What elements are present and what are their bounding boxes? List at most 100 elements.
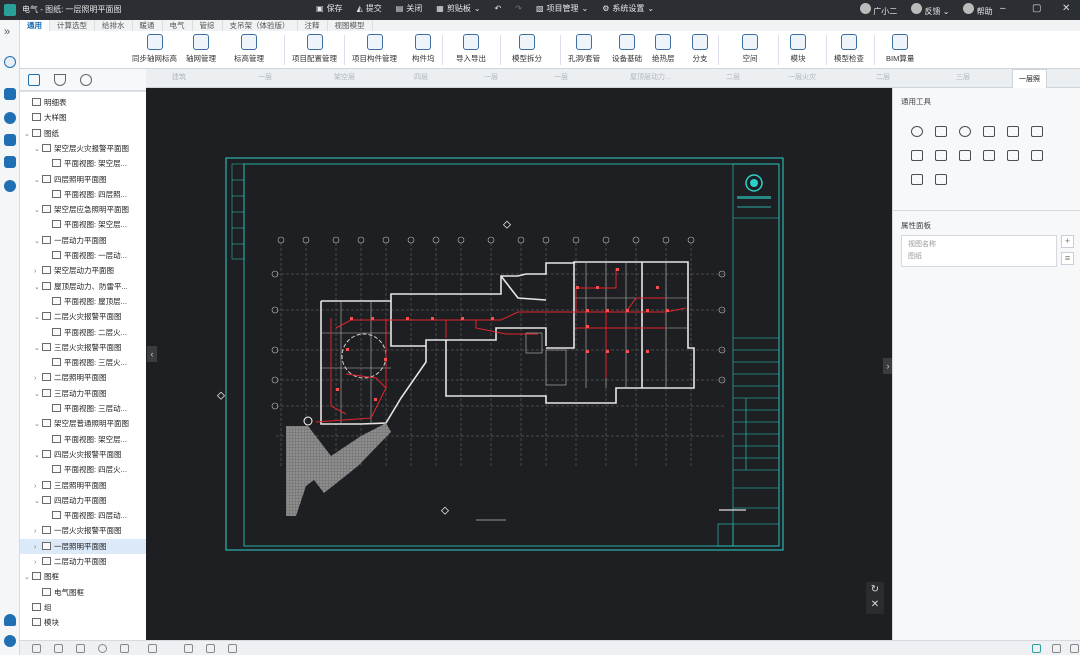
doc-tab-5[interactable]: 一层: [554, 72, 568, 82]
tree-item[interactable]: 电气图框: [20, 585, 146, 600]
status-icon-2[interactable]: [54, 644, 63, 653]
tree-item[interactable]: 大样图: [20, 110, 146, 125]
move-icon[interactable]: [911, 126, 923, 137]
tree-item[interactable]: ⌄ 四层火灾报警平面图: [20, 447, 146, 462]
tree-toggle-icon[interactable]: ⌄: [34, 387, 42, 401]
doc-tab-3[interactable]: 四层: [414, 72, 428, 82]
tree-item[interactable]: 平面视图: 四层动...: [20, 508, 146, 523]
server-icon[interactable]: [4, 156, 16, 168]
array-icon[interactable]: [959, 150, 971, 161]
ribbon-tab-0[interactable]: 通用: [20, 20, 50, 31]
ribbon-button-2[interactable]: 标高管理: [234, 34, 264, 64]
tree-item[interactable]: 明细表: [20, 95, 146, 110]
drawing-canvas[interactable]: ‹ ›: [146, 88, 892, 640]
tree-item[interactable]: 平面视图: 四层火...: [20, 462, 146, 477]
tree-item[interactable]: ⌄ 图框: [20, 569, 146, 584]
copy-icon[interactable]: [1031, 126, 1043, 137]
save-button[interactable]: ▣ 保存: [316, 3, 343, 14]
collapse-left-icon[interactable]: ‹: [147, 346, 157, 362]
tree-item[interactable]: 平面视图: 架空层...: [20, 217, 146, 232]
ribbon-button-0[interactable]: 同步轴网标高: [132, 34, 177, 64]
link-icon[interactable]: [4, 112, 16, 124]
trash-icon[interactable]: [1031, 150, 1043, 161]
tree-toggle-icon[interactable]: ›: [34, 371, 42, 385]
fullscreen-icon[interactable]: [1070, 644, 1079, 653]
ribbon-button-4[interactable]: 项目构件管理: [352, 34, 397, 64]
tree-item[interactable]: › 二层动力平面图: [20, 554, 146, 569]
tree-toggle-icon[interactable]: ›: [34, 555, 42, 569]
tree-toggle-icon[interactable]: ⌄: [34, 173, 42, 187]
tree-toggle-icon[interactable]: ⌄: [34, 448, 42, 462]
filter-status-icon[interactable]: [148, 644, 157, 653]
ribbon-button-9[interactable]: 设备基础: [612, 34, 642, 64]
mirror-icon[interactable]: [1007, 150, 1019, 161]
tree-toggle-icon[interactable]: ›: [34, 479, 42, 493]
ribbon-button-6[interactable]: 导入导出: [456, 34, 486, 64]
status-icon-1[interactable]: [32, 644, 41, 653]
tree-toggle-icon[interactable]: ⌄: [24, 570, 32, 584]
project-manage-button[interactable]: ▧ 项目管理 ⌄: [536, 3, 588, 14]
ribbon-button-5[interactable]: 构件坞: [412, 34, 435, 64]
doc-tab-11[interactable]: 一层照: [1012, 69, 1047, 88]
close-overlay-icon[interactable]: ✕: [866, 597, 884, 612]
maximize-icon[interactable]: ▢: [1032, 3, 1041, 14]
rotate-icon[interactable]: [959, 126, 971, 137]
panel-icon[interactable]: [28, 74, 40, 86]
measure-icon[interactable]: [911, 174, 923, 185]
bulb-icon[interactable]: [98, 644, 107, 653]
tree-item[interactable]: ⌄ 架空层火灾报警平面图: [20, 141, 146, 156]
minimize-icon[interactable]: –: [1000, 3, 1006, 14]
tree-item[interactable]: › 二层照明平面图: [20, 370, 146, 385]
help-circle-icon[interactable]: [4, 180, 16, 192]
ribbon-tab-6[interactable]: 支吊架（体验版）: [223, 20, 298, 31]
tree-item[interactable]: ⌄ 一层动力平面图: [20, 233, 146, 248]
doc-tab-7[interactable]: 二层: [726, 72, 740, 82]
tree-toggle-icon[interactable]: ⌄: [34, 310, 42, 324]
tree-toggle-icon[interactable]: ⌄: [34, 494, 42, 508]
ribbon-button-7[interactable]: 模型拆分: [512, 34, 542, 64]
tree-item[interactable]: 平面视图: 架空层...: [20, 432, 146, 447]
corner-icon[interactable]: [935, 174, 947, 185]
tree-toggle-icon[interactable]: ›: [34, 540, 42, 554]
tree-item[interactable]: 平面视图: 架空层...: [20, 156, 146, 171]
eye-icon[interactable]: [120, 644, 129, 653]
tree-item[interactable]: 平面视图: 四层照...: [20, 187, 146, 202]
tree-item[interactable]: ⌄ 四层照明平面图: [20, 172, 146, 187]
ribbon-tab-4[interactable]: 电气: [163, 20, 193, 31]
align-icon[interactable]: [983, 126, 995, 137]
doc-tab-4[interactable]: 一层: [484, 72, 498, 82]
ribbon-button-13[interactable]: 模块: [790, 34, 806, 64]
tree-item[interactable]: › 一层照明平面图: [20, 538, 146, 554]
doc-tab-9[interactable]: 二层: [876, 72, 890, 82]
ribbon-tab-5[interactable]: 管综: [193, 20, 223, 31]
split-icon[interactable]: [1007, 126, 1019, 137]
ribbon-tab-7[interactable]: 注释: [298, 20, 328, 31]
tree-item[interactable]: ⌄ 四层动力平面图: [20, 493, 146, 508]
doc-tab-6[interactable]: 屋顶层动力...: [630, 72, 671, 82]
tree-item[interactable]: 平面视图: 二层火...: [20, 325, 146, 340]
tree-item[interactable]: 模块: [20, 615, 146, 630]
tree-item[interactable]: › 一层火灾报警平面图: [20, 523, 146, 538]
tree-item[interactable]: 平面视图: 一层动...: [20, 248, 146, 263]
ribbon-button-14[interactable]: 模型检查: [834, 34, 864, 64]
tree-item[interactable]: ⌄ 二层火灾报警平面图: [20, 309, 146, 324]
doc-tab-10[interactable]: 三层: [956, 72, 970, 82]
system-settings-button[interactable]: ⚙ 系统设置 ⌄: [602, 3, 654, 14]
filter-icon[interactable]: [54, 74, 66, 86]
bell-icon[interactable]: [4, 614, 16, 626]
undo-icon[interactable]: ↶: [495, 4, 502, 13]
ribbon-button-11[interactable]: 分支: [692, 34, 708, 64]
tree-item[interactable]: ⌄ 三层动力平面图: [20, 386, 146, 401]
headset-icon[interactable]: [4, 56, 16, 68]
list-icon[interactable]: ≡: [1061, 252, 1074, 265]
ribbon-button-15[interactable]: BIM算量: [886, 34, 914, 64]
tree-toggle-icon[interactable]: ⌄: [34, 142, 42, 156]
rotate-box-icon[interactable]: [935, 126, 947, 137]
tree-item[interactable]: 组: [20, 600, 146, 615]
tree-toggle-icon[interactable]: ›: [34, 264, 42, 278]
upload-icon[interactable]: [4, 635, 16, 647]
close-button[interactable]: ▤ 关闭: [396, 3, 423, 14]
redo-icon[interactable]: ↷: [515, 4, 522, 13]
view-name-field[interactable]: 视图名称 图纸: [901, 235, 1057, 267]
tree-item[interactable]: 平面视图: 三层动...: [20, 401, 146, 416]
